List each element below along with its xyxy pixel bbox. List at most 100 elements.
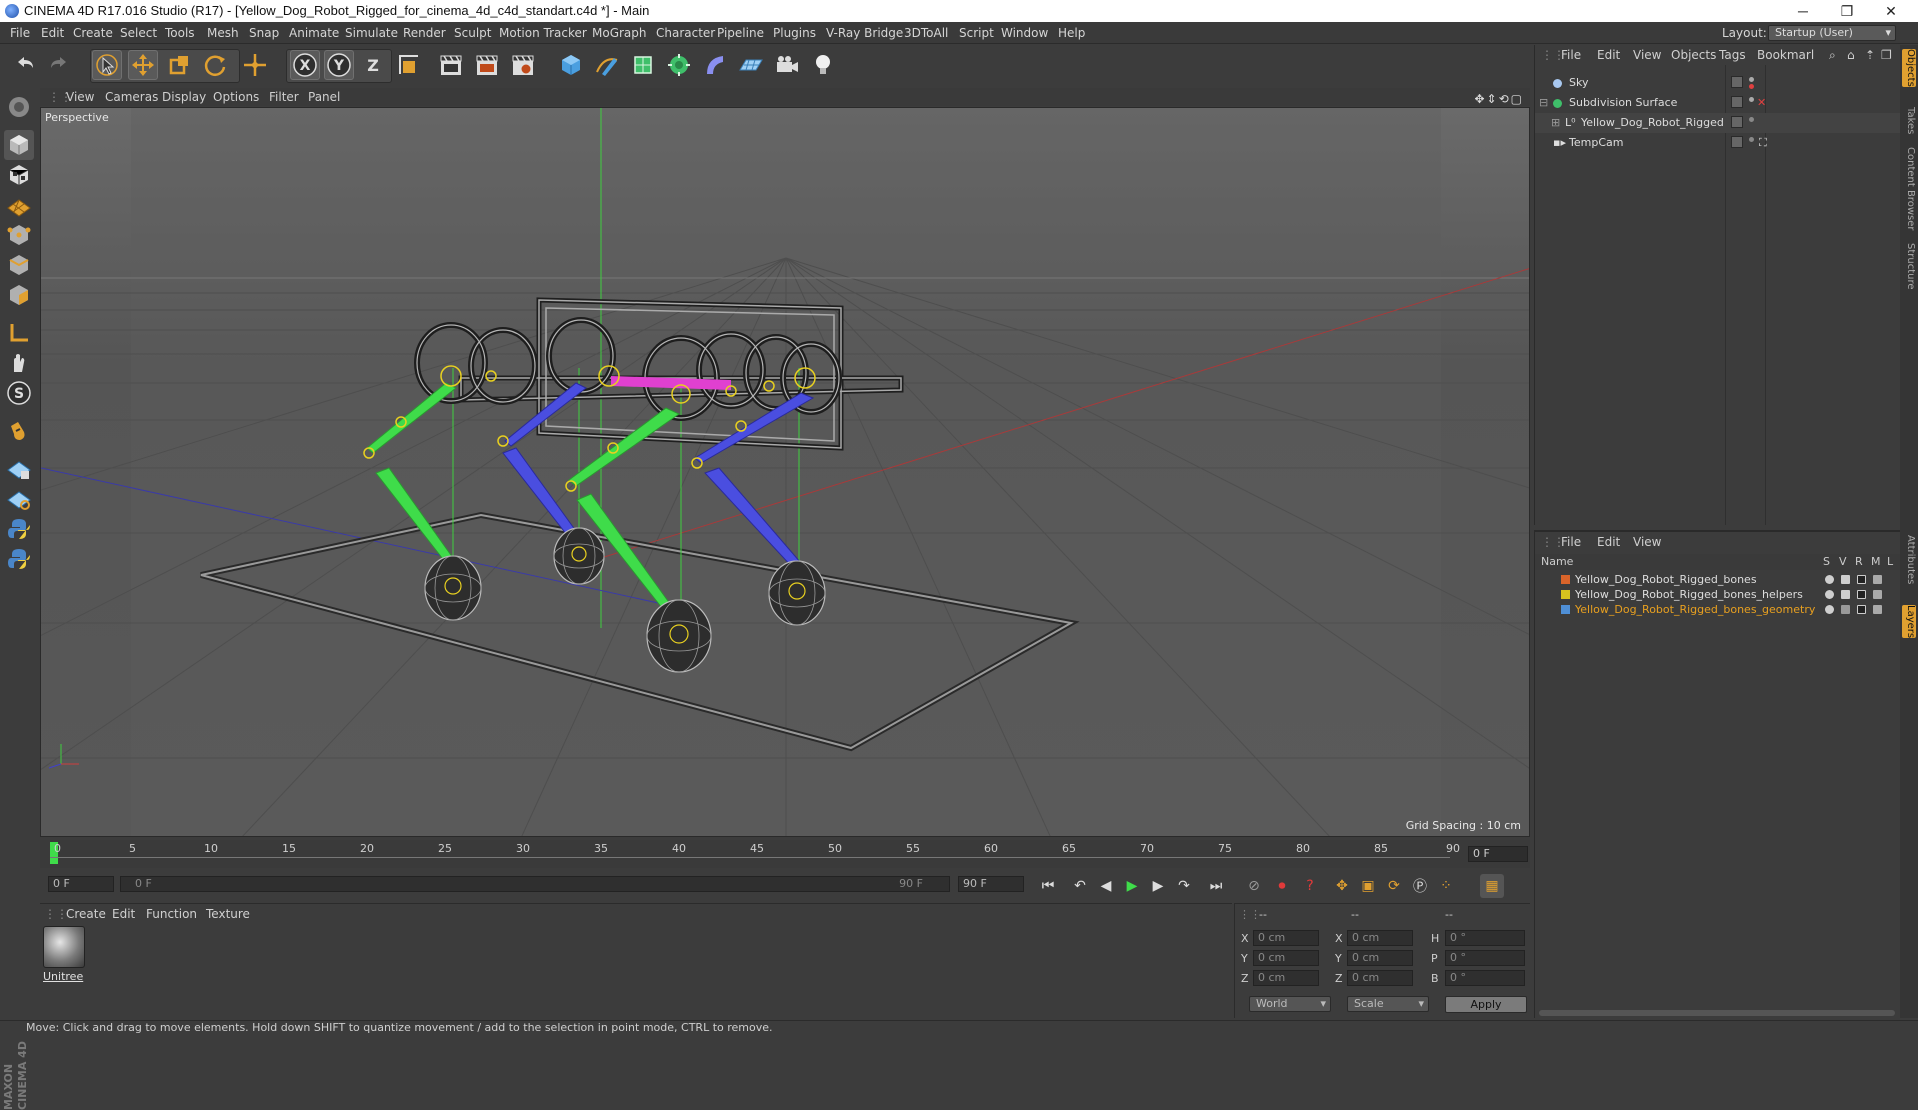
layer-color-swatch[interactable] xyxy=(1561,605,1570,614)
menu-tools[interactable]: Tools xyxy=(165,22,195,44)
live-select-button[interactable] xyxy=(240,50,270,80)
python-button[interactable] xyxy=(4,514,34,544)
eye-icon[interactable] xyxy=(1841,605,1850,614)
rotation-h-field[interactable]: 0 ° xyxy=(1445,930,1525,946)
menu-create[interactable]: Create xyxy=(73,22,113,44)
visibility-dot-icon[interactable] xyxy=(1749,137,1754,142)
snap-toggle-button[interactable]: S xyxy=(4,378,34,408)
tab-structure[interactable]: Structure xyxy=(1902,243,1916,290)
layer-menu-view[interactable]: View xyxy=(1633,532,1661,552)
timeline-mode-button[interactable]: ▦ xyxy=(1480,874,1504,898)
magnet-button[interactable] xyxy=(4,416,34,446)
lock-workplane-button[interactable] xyxy=(4,454,34,484)
minimize-icon[interactable]: ─ xyxy=(1786,0,1820,22)
menu-3dtoall[interactable]: 3DToAll xyxy=(904,22,948,44)
viewport-menu-view[interactable]: View xyxy=(66,88,94,106)
go-to-end-button[interactable]: ⏭ xyxy=(1204,874,1228,898)
python-script-button[interactable] xyxy=(4,544,34,574)
rotation-p-field[interactable]: 0 ° xyxy=(1445,950,1525,966)
collapse-icon[interactable]: ⊟ xyxy=(1539,93,1548,113)
workplane-button[interactable] xyxy=(4,190,34,220)
floor-button[interactable] xyxy=(736,50,766,80)
light-button[interactable] xyxy=(808,50,838,80)
position-z-field[interactable]: 0 cm xyxy=(1253,970,1319,986)
render-icon[interactable] xyxy=(1857,605,1866,614)
viewport-nav-icons[interactable]: ✥⇕⟲▢ xyxy=(1474,90,1524,108)
close-icon[interactable]: ✕ xyxy=(1874,0,1908,22)
menu-character[interactable]: Character xyxy=(656,22,715,44)
material-menu-edit[interactable]: Edit xyxy=(112,904,135,924)
menu-mesh[interactable]: Mesh xyxy=(207,22,239,44)
layout-dropdown[interactable]: Startup (User) ▾ xyxy=(1768,25,1896,41)
edges-mode-button[interactable] xyxy=(4,250,34,280)
key-position-button[interactable]: ✥ xyxy=(1330,874,1354,898)
x-axis-lock-button[interactable]: X xyxy=(290,50,320,80)
tab-layers[interactable]: Layers xyxy=(1902,605,1916,639)
object-row-sky[interactable]: Sky xyxy=(1535,73,1901,93)
solo-icon[interactable] xyxy=(1825,590,1834,599)
rotation-b-field[interactable]: 0 ° xyxy=(1445,970,1525,986)
autokey-button[interactable]: ⏺ xyxy=(1270,874,1294,898)
material-menu-texture[interactable]: Texture xyxy=(206,904,250,924)
material-name[interactable]: Unitree xyxy=(43,970,83,983)
menu-window[interactable]: Window xyxy=(1001,22,1048,44)
next-frame-button[interactable]: ▶ xyxy=(1146,874,1170,898)
object-menu-tags[interactable]: Tags xyxy=(1719,45,1746,65)
current-frame-field[interactable]: 0 F xyxy=(1468,846,1528,862)
viewport-menu-cameras[interactable]: Cameras xyxy=(105,88,158,106)
render-settings-button[interactable] xyxy=(508,50,538,80)
position-y-field[interactable]: 0 cm xyxy=(1253,950,1319,966)
undo-button[interactable] xyxy=(10,50,40,80)
scale-tool-button[interactable] xyxy=(164,50,194,80)
object-menu-file[interactable]: File xyxy=(1561,45,1581,65)
next-key-button[interactable]: ↷ xyxy=(1172,874,1196,898)
menu-motion-tracker[interactable]: Motion Tracker xyxy=(499,22,587,44)
visibility-dot-icon[interactable] xyxy=(1749,97,1754,102)
cube-button[interactable] xyxy=(556,50,586,80)
solo-icon[interactable] xyxy=(1825,575,1834,584)
start-frame-field[interactable]: 0 F xyxy=(48,876,114,892)
tab-takes[interactable]: Takes xyxy=(1902,107,1916,134)
restore-icon[interactable]: ❐ xyxy=(1830,0,1864,22)
render-icon[interactable] xyxy=(1857,590,1866,599)
search-icon[interactable]: ⌕ xyxy=(1829,45,1836,65)
object-menu-bookmarks[interactable]: Bookmarl xyxy=(1757,45,1814,65)
object-row-subdivision-surface[interactable]: ⊟ Subdivision Surface ✕ xyxy=(1535,93,1901,113)
timeline-ruler[interactable]: 0 5 10 15 20 25 30 35 40 45 50 55 60 65 … xyxy=(40,840,1530,868)
move-tool-button[interactable] xyxy=(128,50,158,80)
menu-mograph[interactable]: MoGraph xyxy=(592,22,647,44)
viewport-menu-panel[interactable]: Panel xyxy=(308,88,340,106)
coordinate-system-button[interactable] xyxy=(394,50,424,80)
material-thumbnail[interactable] xyxy=(43,926,85,968)
menu-plugins[interactable]: Plugins xyxy=(773,22,816,44)
tab-objects[interactable]: Objects xyxy=(1902,49,1916,87)
menu-select[interactable]: Select xyxy=(120,22,157,44)
redo-button[interactable] xyxy=(44,50,74,80)
layer-row[interactable]: Yellow_Dog_Robot_Rigged_bones_geometry xyxy=(1535,602,1901,617)
object-menu-view[interactable]: View xyxy=(1633,45,1661,65)
object-row-tempcam[interactable]: ▪▸ TempCam ⛶ xyxy=(1535,133,1901,153)
layer-color-swatch[interactable] xyxy=(1561,590,1570,599)
go-to-start-button[interactable]: ⏮ xyxy=(1036,874,1060,898)
prev-frame-button[interactable]: ◀ xyxy=(1094,874,1118,898)
subdivision-button[interactable] xyxy=(628,50,658,80)
disabled-x-icon[interactable]: ✕ xyxy=(1757,93,1766,113)
key-param-button[interactable]: Ⓟ xyxy=(1408,874,1432,898)
menu-edit[interactable]: Edit xyxy=(41,22,64,44)
frame-range-slider[interactable]: 0 F 90 F xyxy=(120,876,950,892)
camera-tag-icon[interactable]: ⛶ xyxy=(1759,133,1767,153)
size-mode-dropdown[interactable]: Scale ▾ xyxy=(1347,996,1429,1012)
layer-row[interactable]: Yellow_Dog_Robot_Rigged_bones_helpers xyxy=(1535,587,1901,602)
y-axis-lock-button[interactable]: Y xyxy=(324,50,354,80)
object-menu-edit[interactable]: Edit xyxy=(1597,45,1620,65)
solo-icon[interactable] xyxy=(1825,605,1834,614)
menu-animate[interactable]: Animate xyxy=(289,22,339,44)
layer-menu-file[interactable]: File xyxy=(1561,532,1581,552)
record-keys-button[interactable]: ⊘ xyxy=(1242,874,1266,898)
eye-icon[interactable] xyxy=(1841,590,1850,599)
coordinate-space-dropdown[interactable]: World ▾ xyxy=(1249,996,1331,1012)
menu-render[interactable]: Render xyxy=(403,22,446,44)
texture-mode-button[interactable] xyxy=(4,160,34,190)
size-y-field[interactable]: 0 cm xyxy=(1347,950,1413,966)
manager-icon[interactable] xyxy=(1873,590,1882,599)
